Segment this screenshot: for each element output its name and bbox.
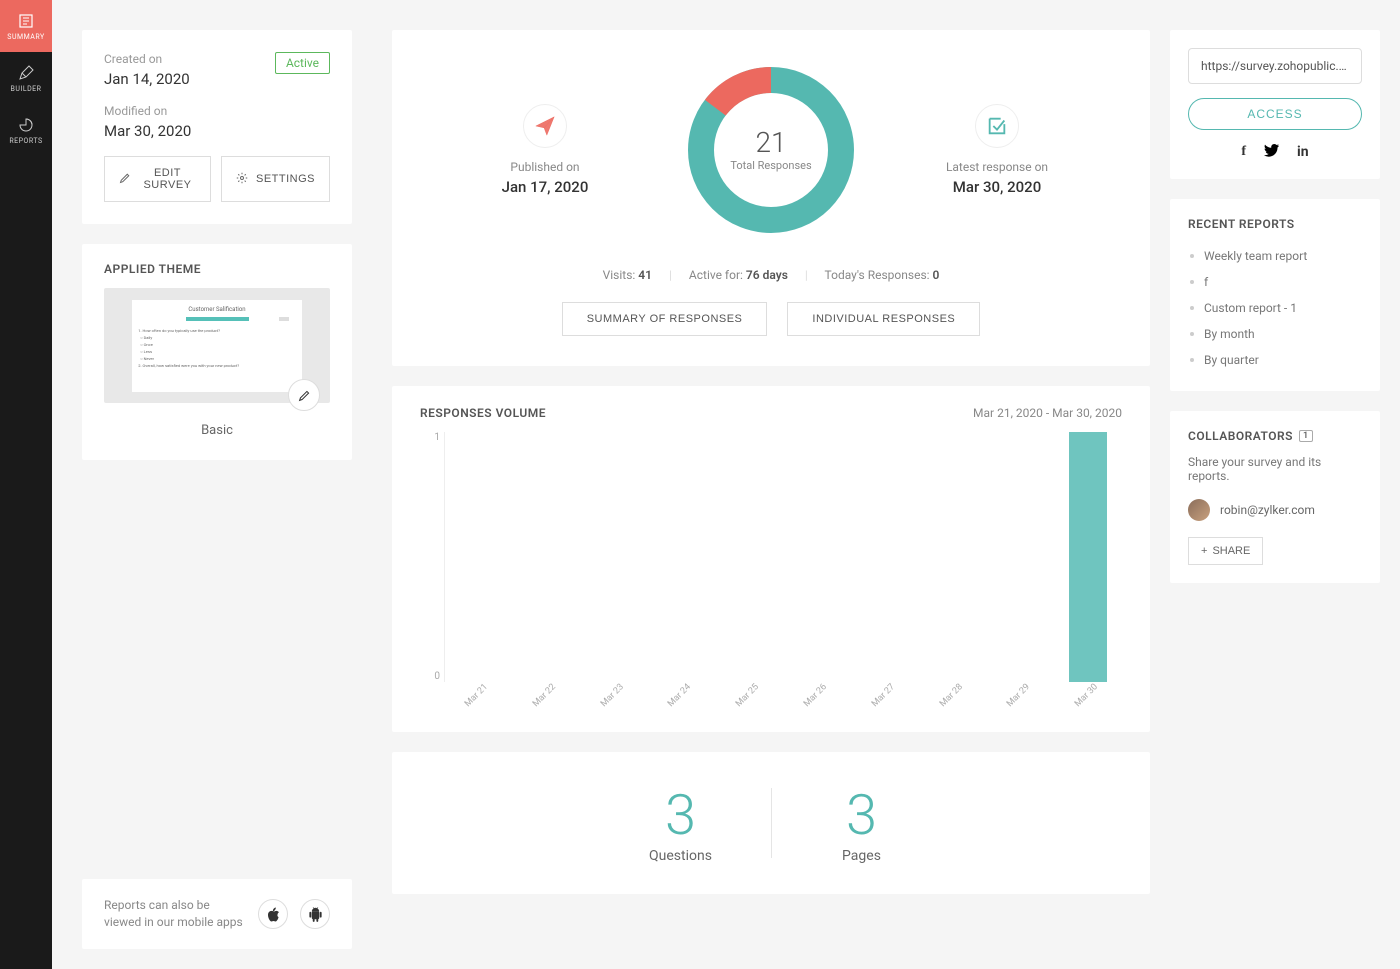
- published-value: Jan 17, 2020: [455, 178, 635, 196]
- collaborators-subtitle: Share your survey and its reports.: [1188, 455, 1362, 483]
- access-button[interactable]: ACCESS: [1188, 98, 1362, 130]
- recent-reports-title: RECENT REPORTS: [1188, 217, 1362, 231]
- report-list-item[interactable]: f: [1188, 269, 1362, 295]
- pages-stat: 3 Pages: [772, 782, 952, 864]
- share-button[interactable]: + SHARE: [1188, 537, 1263, 565]
- overview-card: Published on Jan 17, 2020 21 Total Respo…: [392, 30, 1150, 366]
- responses-volume-card: RESPONSES VOLUME Mar 21, 2020 - Mar 30, …: [392, 386, 1150, 732]
- pie-icon: [17, 116, 35, 134]
- edit-survey-button[interactable]: EDIT SURVEY: [104, 156, 211, 202]
- theme-edit-button[interactable]: [288, 379, 320, 411]
- gear-icon: [236, 172, 248, 187]
- volume-date-range: Mar 21, 2020 - Mar 30, 2020: [973, 406, 1122, 420]
- applied-theme-card: APPLIED THEME Customer Salification 1. H…: [82, 244, 352, 460]
- survey-url[interactable]: https://survey.zohopublic.co...: [1188, 48, 1362, 84]
- sidenav-summary[interactable]: SUMMARY: [0, 0, 52, 52]
- latest-value: Mar 30, 2020: [907, 178, 1087, 196]
- sidenav-builder[interactable]: BUILDER: [0, 52, 52, 104]
- pencil-icon: [119, 172, 131, 187]
- questions-count: 3: [591, 782, 771, 848]
- checkmark-icon: [975, 104, 1019, 148]
- theme-name: Basic: [104, 423, 330, 438]
- bar-slot: [987, 432, 1055, 682]
- modified-label: Modified on: [104, 104, 330, 118]
- bar-slot: [445, 432, 513, 682]
- collaborator-user: robin@zylker.com: [1188, 499, 1362, 521]
- published-label: Published on: [455, 160, 635, 174]
- pencil-icon: [17, 64, 35, 82]
- bar-slot: [716, 432, 784, 682]
- sidenav-reports[interactable]: REPORTS: [0, 104, 52, 156]
- collaborators-title: COLLABORATORS 1: [1188, 429, 1362, 443]
- volume-title: RESPONSES VOLUME: [420, 406, 546, 420]
- report-list-item[interactable]: Custom report - 1: [1188, 295, 1362, 321]
- edit-survey-label: EDIT SURVEY: [139, 167, 196, 191]
- bar-slot: [648, 432, 716, 682]
- questions-stat: 3 Questions: [591, 782, 771, 864]
- mobile-apps-note: Reports can also be viewed in our mobile…: [82, 879, 352, 949]
- total-responses-count: 21: [755, 126, 786, 159]
- sidenav-label: SUMMARY: [7, 33, 44, 41]
- theme-preview[interactable]: Customer Salification 1. How often do yo…: [104, 288, 330, 403]
- summary-responses-button[interactable]: SUMMARY OF RESPONSES: [562, 302, 768, 336]
- total-responses-label: Total Responses: [730, 159, 811, 173]
- latest-response-stat: Latest response on Mar 30, 2020: [907, 104, 1087, 196]
- bar-slot: [784, 432, 852, 682]
- collaborators-card: COLLABORATORS 1 Share your survey and it…: [1170, 411, 1380, 583]
- latest-label: Latest response on: [907, 160, 1087, 174]
- mobile-note-text: Reports can also be viewed in our mobile…: [104, 897, 246, 931]
- modified-value: Mar 30, 2020: [104, 122, 330, 140]
- settings-label: SETTINGS: [256, 173, 315, 185]
- collaborator-count: 1: [1299, 430, 1313, 442]
- plus-icon: +: [1201, 545, 1207, 557]
- bar-slot: [919, 432, 987, 682]
- published-stat: Published on Jan 17, 2020: [455, 104, 635, 196]
- pages-count: 3: [772, 782, 952, 848]
- twitter-icon[interactable]: [1264, 144, 1279, 161]
- questions-pages-card: 3 Questions 3 Pages: [392, 752, 1150, 894]
- report-list-item[interactable]: By month: [1188, 321, 1362, 347]
- sidenav-label: REPORTS: [9, 137, 42, 145]
- facebook-icon[interactable]: f: [1241, 144, 1246, 161]
- responses-donut: 21 Total Responses: [681, 60, 861, 240]
- report-list-item[interactable]: By quarter: [1188, 347, 1362, 373]
- stats-bar: Visits: 41 | Active for: 76 days | Today…: [432, 268, 1110, 282]
- survey-info-card: Active Created on Jan 14, 2020 Modified …: [82, 30, 352, 224]
- bar-slot: [513, 432, 581, 682]
- theme-title: APPLIED THEME: [82, 244, 352, 288]
- volume-chart: 10 Mar 21Mar 22Mar 23Mar 24Mar 25Mar 26M…: [420, 432, 1122, 712]
- settings-button[interactable]: SETTINGS: [221, 156, 330, 202]
- linkedin-icon[interactable]: in: [1297, 144, 1309, 161]
- paper-plane-icon: [523, 104, 567, 148]
- report-list: Weekly team reportfCustom report - 1By m…: [1188, 243, 1362, 373]
- avatar: [1188, 499, 1210, 521]
- bar-slot: [1054, 432, 1122, 682]
- summary-icon: [17, 12, 35, 30]
- apple-icon[interactable]: [258, 899, 288, 929]
- collaborator-email: robin@zylker.com: [1220, 503, 1315, 517]
- theme-preview-title: Customer Salification: [138, 306, 296, 313]
- bar-slot: [851, 432, 919, 682]
- sidenav-label: BUILDER: [11, 85, 42, 93]
- bar-slot: [580, 432, 648, 682]
- access-card: https://survey.zohopublic.co... ACCESS f…: [1170, 30, 1380, 179]
- side-nav: SUMMARY BUILDER REPORTS: [0, 0, 52, 969]
- pages-label: Pages: [772, 848, 952, 864]
- individual-responses-button[interactable]: INDIVIDUAL RESPONSES: [787, 302, 980, 336]
- share-label: SHARE: [1212, 545, 1250, 557]
- android-icon[interactable]: [300, 899, 330, 929]
- report-list-item[interactable]: Weekly team report: [1188, 243, 1362, 269]
- status-badge: Active: [275, 52, 330, 74]
- recent-reports-card: RECENT REPORTS Weekly team reportfCustom…: [1170, 199, 1380, 391]
- questions-label: Questions: [591, 848, 771, 864]
- chart-bar: [1069, 432, 1107, 682]
